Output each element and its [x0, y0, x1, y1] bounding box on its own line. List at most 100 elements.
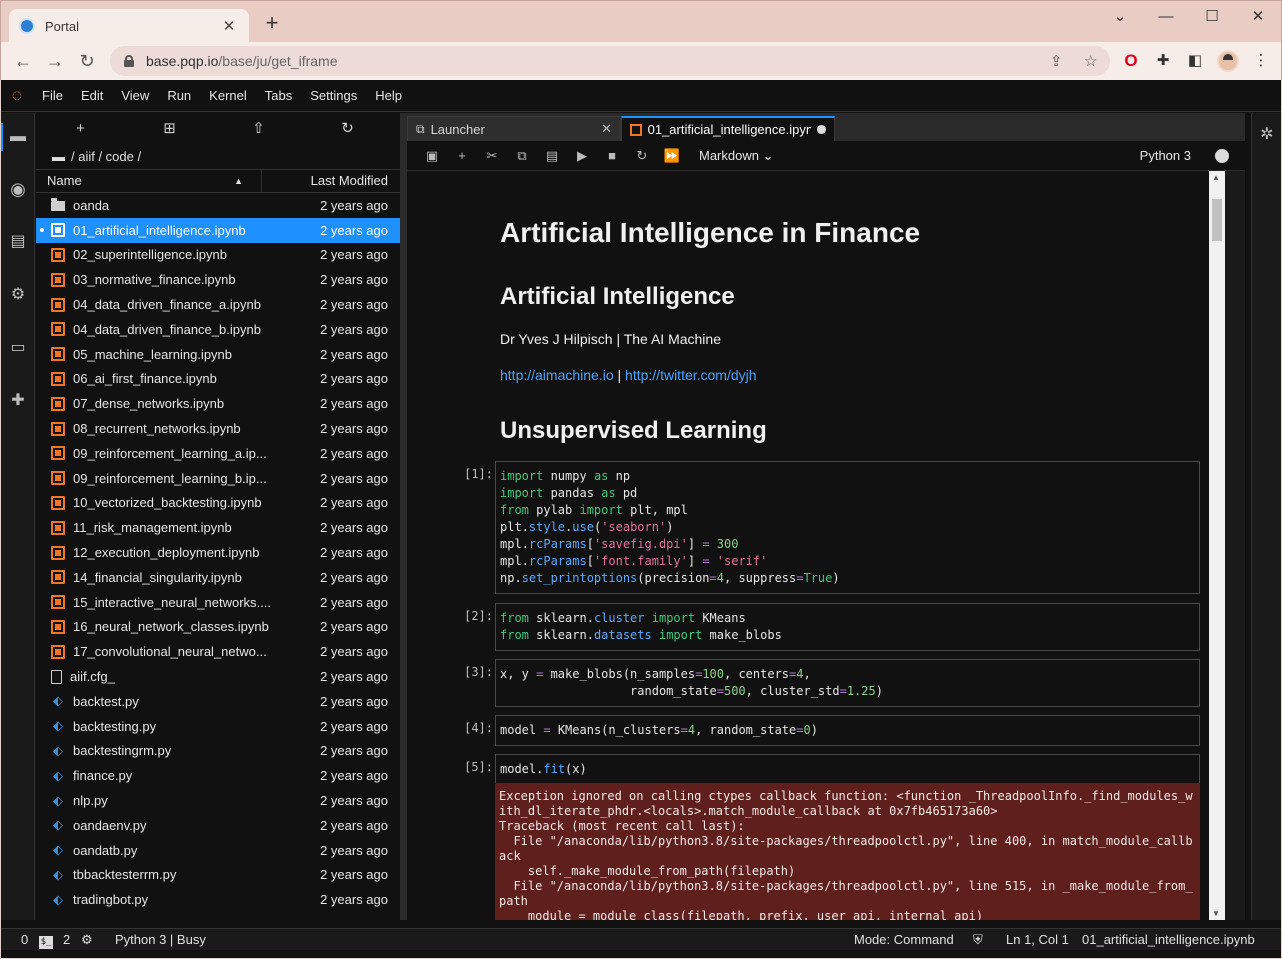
- file-row[interactable]: 03_normative_finance.ipynb 2 years ago: [36, 267, 400, 292]
- extensions-puzzle-icon[interactable]: ✚: [1153, 51, 1173, 71]
- file-row[interactable]: oanda 2 years ago: [36, 193, 400, 218]
- insert-cell-icon[interactable]: +: [447, 148, 477, 163]
- file-row[interactable]: ⬖ backtesting.py 2 years ago: [36, 714, 400, 739]
- file-row[interactable]: ⬖ finance.py 2 years ago: [36, 763, 400, 788]
- refresh-icon[interactable]: ↻: [303, 119, 392, 137]
- new-launcher-icon[interactable]: +: [36, 120, 125, 137]
- restart-icon[interactable]: ↻: [627, 148, 657, 164]
- file-row[interactable]: ⬖ backtestingrm.py 2 years ago: [36, 739, 400, 764]
- panel-splitter[interactable]: [400, 113, 407, 920]
- file-row[interactable]: ⬖ tradingbot.py 2 years ago: [36, 887, 400, 912]
- kernel-name[interactable]: Python 3: [1140, 148, 1191, 163]
- file-row[interactable]: 06_ai_first_finance.ipynb 2 years ago: [36, 367, 400, 392]
- code-input[interactable]: model = KMeans(n_clusters=4, random_stat…: [495, 715, 1200, 746]
- file-row[interactable]: 04_data_driven_finance_b.ipynb 2 years ag…: [36, 317, 400, 342]
- code-cell-2[interactable]: [2]: from sklearn.cluster import KMeans …: [455, 603, 1200, 651]
- paste-icon[interactable]: ▤: [537, 148, 567, 164]
- kernel-state[interactable]: Python 3 | Busy: [115, 932, 206, 947]
- code-input[interactable]: x, y = make_blobs(n_samples=100, centers…: [495, 659, 1200, 707]
- browser-tab[interactable]: Portal ✕: [9, 9, 249, 43]
- code-cell-1[interactable]: [1]: import numpy as np import pandas as…: [455, 461, 1200, 594]
- close-icon[interactable]: ✕: [601, 121, 612, 137]
- menu-kernel[interactable]: Kernel: [200, 88, 256, 103]
- column-modified-header[interactable]: Last Modified: [262, 170, 400, 192]
- opera-extension-icon[interactable]: O: [1121, 51, 1141, 71]
- file-row[interactable]: 10_vectorized_backtesting.ipynb 2 years a…: [36, 491, 400, 516]
- home-folder-icon[interactable]: ▬: [52, 149, 65, 164]
- menu-help[interactable]: Help: [366, 88, 411, 103]
- chevron-down-icon[interactable]: ⌄: [1097, 5, 1143, 29]
- upload-icon[interactable]: ⇧: [214, 119, 303, 137]
- close-tab-icon[interactable]: ✕: [219, 17, 239, 35]
- cell-type-dropdown[interactable]: Markdown ⌄: [699, 148, 774, 164]
- file-row[interactable]: ⬖ nlp.py 2 years ago: [36, 788, 400, 813]
- profile-avatar[interactable]: [1217, 50, 1239, 72]
- unsaved-dot-icon[interactable]: [817, 125, 826, 134]
- back-button[interactable]: ←: [11, 50, 35, 74]
- tab-launcher[interactable]: ⧉ Launcher ✕: [407, 116, 621, 141]
- code-cell-5[interactable]: [5]: model.fit(x): [455, 754, 1200, 785]
- new-folder-icon[interactable]: ⊞: [125, 119, 214, 137]
- menu-run[interactable]: Run: [158, 88, 200, 103]
- file-row[interactable]: ⬖ oandatb.py 2 years ago: [36, 838, 400, 863]
- kernel-count[interactable]: 2: [63, 932, 70, 947]
- file-row[interactable]: 07_dense_networks.ipynb 2 years ago: [36, 391, 400, 416]
- terminal-count[interactable]: 0: [21, 932, 28, 947]
- code-input[interactable]: model.fit(x): [495, 754, 1200, 785]
- file-row[interactable]: 16_neural_network_classes.ipynb 2 years a…: [36, 615, 400, 640]
- file-row[interactable]: 01_artificial_intelligence.ipynb 2 years …: [36, 217, 400, 243]
- code-cell-3[interactable]: [3]: x, y = make_blobs(n_samples=100, ce…: [455, 659, 1200, 707]
- file-row[interactable]: 02_superintelligence.ipynb 2 years ago: [36, 243, 400, 268]
- bookmark-star-icon[interactable]: ☆: [1084, 52, 1097, 70]
- debugger-bug-icon[interactable]: ✲: [1257, 125, 1277, 145]
- save-icon[interactable]: ▣: [417, 148, 447, 164]
- trusted-shield-icon[interactable]: ⛨: [973, 932, 983, 948]
- file-row[interactable]: 09_reinforcement_learning_b.ip... 2 years…: [36, 466, 400, 491]
- extension-manager-icon[interactable]: ✚: [8, 391, 28, 411]
- menu-view[interactable]: View: [112, 88, 158, 103]
- share-icon[interactable]: ⇪: [1050, 52, 1063, 70]
- copy-icon[interactable]: ⧉: [507, 148, 537, 164]
- code-input[interactable]: import numpy as np import pandas as pd f…: [495, 461, 1200, 594]
- tab-notebook[interactable]: 01_artificial_intelligence.ipynb: [621, 116, 835, 141]
- menu-edit[interactable]: Edit: [72, 88, 112, 103]
- scroll-down-icon[interactable]: ▼: [1212, 909, 1220, 918]
- running-sessions-icon[interactable]: ◉: [8, 179, 28, 199]
- scroll-up-icon[interactable]: ▲: [1212, 173, 1220, 182]
- file-row[interactable]: ⬖ tbbacktesterrm.py 2 years ago: [36, 863, 400, 888]
- notebook-scrollbar[interactable]: ▲ ▼: [1209, 171, 1225, 920]
- cursor-position[interactable]: Ln 1, Col 1: [1006, 932, 1069, 947]
- address-bar[interactable]: base.pqp.io/base/ju/get_iframe ⇪ ☆: [110, 46, 1110, 76]
- menu-file[interactable]: File: [33, 88, 72, 103]
- cut-icon[interactable]: ✂: [477, 148, 507, 164]
- file-row[interactable]: aiif.cfg_ 2 years ago: [36, 664, 400, 689]
- file-row[interactable]: 04_data_driven_finance_a.ipynb 2 years ag…: [36, 292, 400, 317]
- kebab-menu-icon[interactable]: ⋮: [1251, 51, 1271, 71]
- file-row[interactable]: 15_interactive_neural_networks.... 2 year…: [36, 590, 400, 615]
- stop-icon[interactable]: ■: [597, 148, 627, 163]
- close-window-button[interactable]: ✕: [1235, 5, 1281, 29]
- breadcrumb-path[interactable]: / aiif / code /: [71, 149, 141, 164]
- file-row[interactable]: 17_convolutional_neural_netwo... 2 years …: [36, 639, 400, 664]
- reload-button[interactable]: ↻: [75, 50, 99, 74]
- open-tabs-icon[interactable]: ▭: [8, 338, 28, 358]
- file-row[interactable]: 14_financial_singularity.ipynb 2 years ag…: [36, 565, 400, 590]
- file-row[interactable]: 12_execution_deployment.ipynb 2 years ago: [36, 540, 400, 565]
- file-row[interactable]: 11_risk_management.ipynb 2 years ago: [36, 515, 400, 540]
- file-row[interactable]: 05_machine_learning.ipynb 2 years ago: [36, 342, 400, 367]
- twitter-link[interactable]: http://twitter.com/dyjh: [625, 367, 757, 383]
- folder-icon[interactable]: ▬: [8, 127, 28, 147]
- file-row[interactable]: 08_recurrent_networks.ipynb 2 years ago: [36, 416, 400, 441]
- maximize-button[interactable]: ☐: [1189, 5, 1235, 29]
- menu-settings[interactable]: Settings: [301, 88, 366, 103]
- new-tab-button[interactable]: +: [261, 12, 283, 35]
- file-row[interactable]: 09_reinforcement_learning_a.ip... 2 years…: [36, 441, 400, 466]
- scrollbar-thumb[interactable]: [1212, 199, 1222, 241]
- code-cell-4[interactable]: [4]: model = KMeans(n_clusters=4, random…: [455, 715, 1200, 746]
- aimachine-link[interactable]: http://aimachine.io: [500, 367, 614, 383]
- file-row[interactable]: ⬖ backtest.py 2 years ago: [36, 689, 400, 714]
- commands-palette-icon[interactable]: ▤: [8, 232, 28, 252]
- column-name-header[interactable]: Name ▲: [36, 170, 262, 192]
- minimize-button[interactable]: —: [1143, 5, 1189, 29]
- run-all-icon[interactable]: ⏩: [657, 148, 687, 164]
